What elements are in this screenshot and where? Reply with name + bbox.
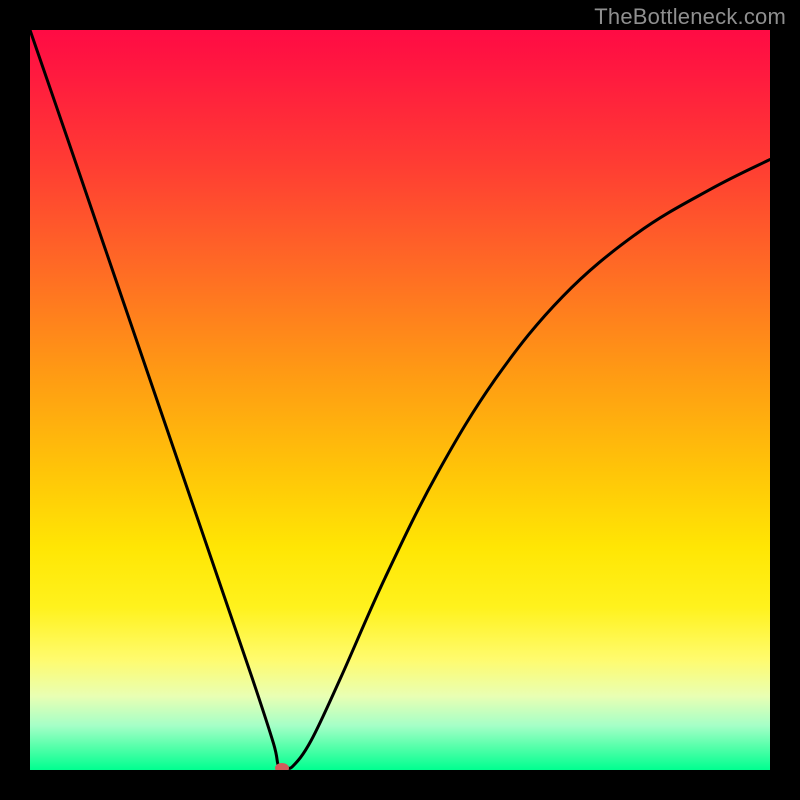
bottleneck-curve <box>30 30 770 768</box>
optimal-point-marker <box>275 763 289 770</box>
chart-frame: TheBottleneck.com <box>0 0 800 800</box>
plot-area <box>30 30 770 770</box>
watermark-text: TheBottleneck.com <box>594 4 786 30</box>
curve-svg <box>30 30 770 770</box>
